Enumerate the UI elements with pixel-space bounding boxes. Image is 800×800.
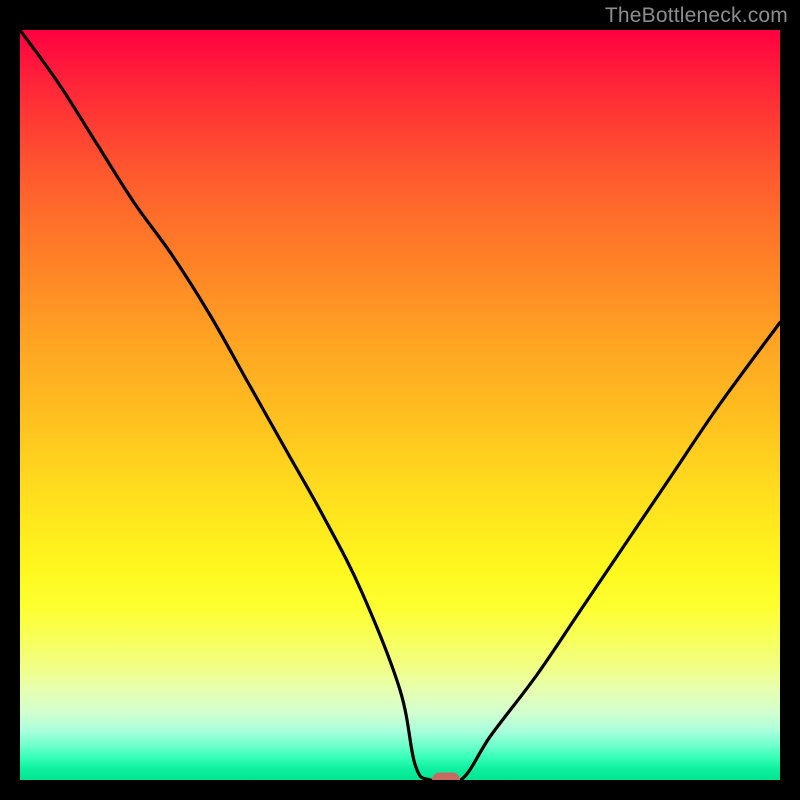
- plot-area: [20, 30, 780, 780]
- bottleneck-curve: [20, 30, 780, 780]
- chart-frame: TheBottleneck.com: [0, 0, 800, 800]
- optimal-point-marker: [432, 773, 460, 781]
- watermark-text: TheBottleneck.com: [605, 4, 788, 28]
